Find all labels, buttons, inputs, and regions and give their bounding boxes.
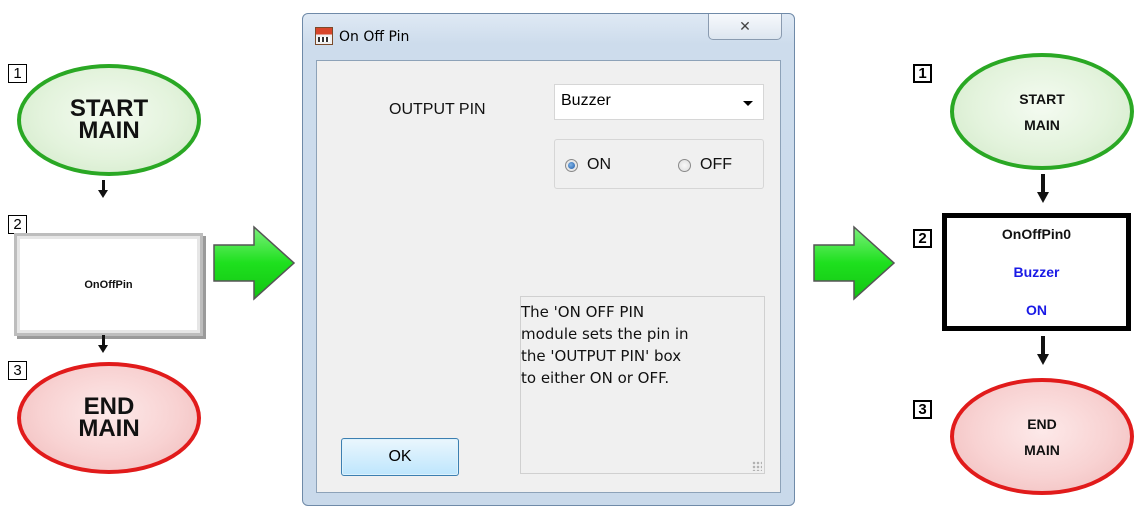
main-label: MAIN [78,117,140,144]
start-label: START [1019,90,1065,107]
right-arrow-icon [813,225,896,301]
start-main-oval[interactable]: START MAIN [17,64,201,176]
close-icon: ✕ [739,18,751,34]
help-text: The 'ON OFF PIN module sets the pin in t… [521,303,689,387]
step-number-3: 3 [913,400,932,419]
ok-label: OK [388,448,412,465]
step-number-2: 2 [8,215,27,234]
chevron-down-icon [743,101,753,106]
right-arrow-icon [213,225,296,301]
end-main-oval[interactable]: END MAIN [950,378,1134,495]
dialog-title: On Off Pin [339,29,410,45]
ok-button[interactable]: OK [341,438,459,476]
step-number-1: 1 [913,64,932,83]
radio-selected-icon [565,158,578,172]
radio-on-label: ON [587,156,611,173]
output-pin-value: Buzzer [561,92,611,109]
onoffpin0-block[interactable]: OnOffPin0 Buzzer ON [942,213,1131,331]
step-number-2: 2 [913,229,932,248]
dialog-client-area: OUTPUT PIN Buzzer ON OFF The 'ON OFF PIN… [316,60,781,493]
output-pin-label: OUTPUT PIN [389,101,486,118]
onoffpin-block[interactable]: OnOffPin [14,233,203,336]
resize-grip-icon[interactable] [752,461,762,471]
radio-off[interactable]: OFF [678,156,732,174]
state-value-label: ON [1026,302,1047,318]
pin-value-label: Buzzer [1013,264,1060,280]
end-main-oval[interactable]: END MAIN [17,362,201,474]
start-main-oval[interactable]: START MAIN [950,53,1134,170]
app-icon [315,27,333,45]
block-name-label: OnOffPin0 [1001,226,1072,242]
radio-off-label: OFF [700,156,732,173]
radio-unselected-icon [678,158,691,172]
help-text-box: The 'ON OFF PIN module sets the pin in t… [520,296,765,474]
main-label: MAIN [78,415,140,442]
output-pin-dropdown[interactable]: Buzzer [554,84,764,120]
on-off-radio-group: ON OFF [554,139,764,189]
dialog-titlebar[interactable]: On Off Pin ✕ [303,14,794,60]
close-button[interactable]: ✕ [708,14,782,40]
main-label: MAIN [1024,441,1060,458]
main-label: MAIN [1024,116,1060,133]
step-number-3: 3 [8,361,27,380]
on-off-pin-dialog: On Off Pin ✕ OUTPUT PIN Buzzer ON OFF Th… [302,13,795,506]
radio-on[interactable]: ON [565,156,611,174]
onoffpin-label: OnOffPin [84,278,133,291]
end-label: END [1027,415,1057,432]
step-number-1: 1 [8,64,27,83]
